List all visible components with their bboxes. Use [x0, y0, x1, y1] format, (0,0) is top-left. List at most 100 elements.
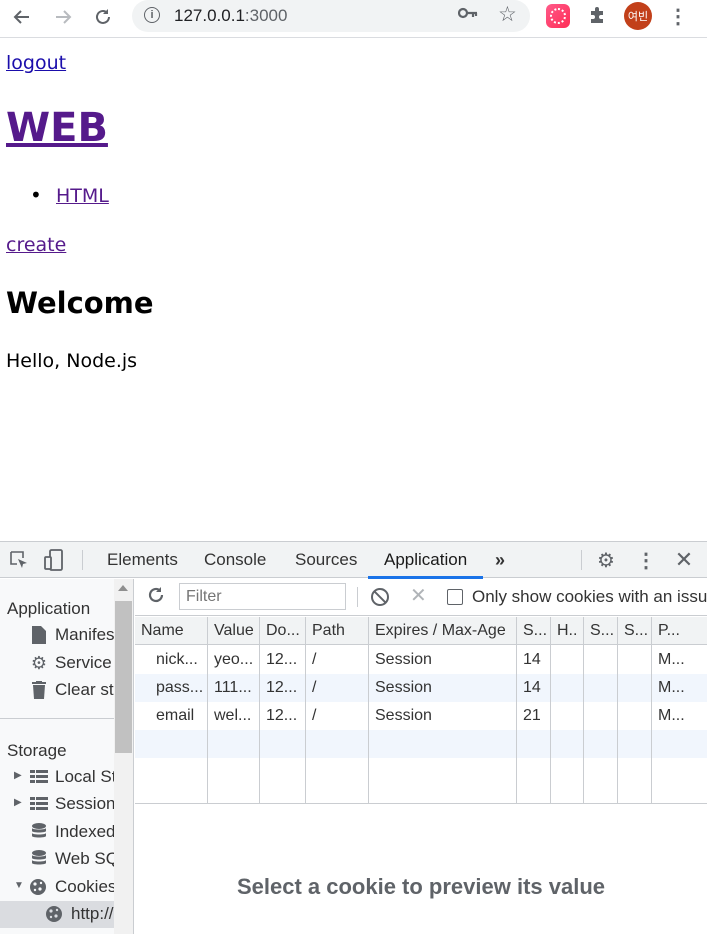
tab-application[interactable]: Application	[367, 542, 484, 579]
expand-triangle-icon[interactable]: ▶	[14, 770, 22, 781]
tab-sources[interactable]: Sources	[295, 542, 357, 578]
cookie-expires-cell: Session	[375, 651, 432, 668]
web-page: logout WEB HTML create Welcome Hello, No…	[0, 39, 707, 541]
cookie-path-cell: /	[312, 707, 317, 724]
cookie-size-cell: 21	[523, 707, 541, 724]
column-header[interactable]: H..	[551, 617, 583, 645]
cookie-name-cell: nick...	[156, 651, 198, 668]
column-divider[interactable]	[207, 617, 208, 803]
address-url[interactable]: 127.0.0.1:3000	[174, 6, 287, 26]
sidebar-item-web-sql[interactable]: Web SQL	[0, 846, 114, 873]
column-header[interactable]: S...	[618, 617, 651, 645]
create-link[interactable]: create	[6, 234, 66, 256]
scroll-up-arrow-icon[interactable]	[118, 585, 128, 591]
tab-console[interactable]: Console	[204, 542, 266, 578]
sidebar-item-label: Service Workers	[55, 653, 114, 672]
device-toolbar-icon[interactable]	[43, 548, 65, 572]
key-icon[interactable]	[457, 4, 478, 27]
cookie-domain-cell: 12...	[266, 707, 298, 724]
column-divider[interactable]	[259, 617, 260, 803]
column-divider[interactable]	[651, 617, 652, 803]
cookie-preview-pane: Select a cookie to preview its value	[135, 804, 707, 934]
filter-input[interactable]	[179, 583, 346, 610]
cookies-table: Name Value Do... Path Expires / Max-Age …	[135, 617, 707, 804]
sidebar-item-label: Session Storage	[55, 794, 114, 813]
web-title-link[interactable]: WEB	[6, 105, 108, 151]
only-issues-checkbox[interactable]	[447, 589, 463, 605]
extension-icon[interactable]	[546, 4, 570, 28]
forward-arrow-icon[interactable]	[49, 3, 77, 31]
devtools-panel: Elements Console Sources Application » ⚙…	[0, 541, 707, 934]
column-divider[interactable]	[617, 617, 618, 803]
column-header[interactable]: Name	[135, 617, 207, 645]
sidebar-item-local-storage[interactable]: ▶ Local Storage	[0, 764, 114, 791]
sidebar-section-storage: Storage	[7, 741, 67, 760]
refresh-icon[interactable]	[147, 586, 165, 610]
url-port: :3000	[244, 6, 288, 25]
grid-storage-icon	[30, 794, 48, 814]
toolbar-divider	[82, 550, 83, 570]
sidebar-item-clear-storage[interactable]: Clear storage	[0, 677, 114, 704]
column-divider[interactable]	[550, 617, 551, 803]
info-icon[interactable]: i	[144, 7, 160, 23]
more-tabs-icon[interactable]: »	[495, 542, 505, 578]
tab-elements[interactable]: Elements	[107, 542, 178, 578]
puzzle-extensions-icon[interactable]	[586, 2, 610, 28]
cookie-path-cell: /	[312, 651, 317, 668]
sidebar-item-label: Cookies	[55, 877, 114, 896]
table-row[interactable]: nick... yeo... 12... / Session 14 M...	[135, 646, 707, 674]
expand-triangle-icon[interactable]: ▶	[14, 797, 22, 808]
clear-all-block-icon[interactable]	[371, 588, 389, 606]
cookie-size-cell: 14	[523, 651, 541, 668]
table-row-empty	[135, 730, 707, 758]
sidebar-scroll-thumb[interactable]	[115, 601, 132, 753]
column-divider[interactable]	[583, 617, 584, 803]
topic-link-html[interactable]: HTML	[56, 185, 109, 207]
gear-icon: ⚙	[30, 652, 48, 673]
column-divider[interactable]	[305, 617, 306, 803]
column-header[interactable]: S...	[584, 617, 617, 645]
devtools-tabbar: Elements Console Sources Application » ⚙…	[0, 542, 707, 579]
bookmark-star-icon[interactable]: ☆	[498, 2, 517, 27]
settings-gear-icon[interactable]: ⚙	[595, 548, 617, 572]
sidebar-item-service-workers[interactable]: ⚙ Service Workers	[0, 650, 114, 677]
cookie-name-cell: pass...	[156, 679, 204, 696]
browser-toolbar: i 127.0.0.1:3000 ☆ 여빈 ⋮	[0, 0, 707, 38]
only-issues-label[interactable]: Only show cookies with an issue	[472, 587, 707, 607]
cookie-expires-cell: Session	[375, 679, 432, 696]
sidebar-item-indexeddb[interactable]: IndexedDB	[0, 819, 114, 846]
database-icon	[30, 849, 48, 869]
browser-menu-icon[interactable]: ⋮	[668, 3, 688, 29]
page-heading: Welcome	[6, 286, 154, 320]
cookies-toolbar: ✕ Only show cookies with an issue	[135, 579, 707, 616]
reload-icon[interactable]	[89, 3, 117, 31]
column-header[interactable]: Do...	[260, 617, 305, 645]
logout-link[interactable]: logout	[6, 52, 66, 74]
cookie-expires-cell: Session	[375, 707, 432, 724]
cookie-priority-cell: M...	[658, 651, 685, 668]
close-icon[interactable]: ✕	[673, 547, 695, 572]
column-header[interactable]: Expires / Max-Age	[369, 617, 516, 645]
profile-avatar[interactable]: 여빈	[624, 2, 652, 30]
sidebar-item-label: Web SQL	[55, 849, 114, 868]
back-arrow-icon[interactable]	[8, 3, 36, 31]
inspect-element-icon[interactable]	[8, 548, 30, 572]
address-bar[interactable]: i 127.0.0.1:3000 ☆	[132, 0, 530, 32]
delete-selected-icon[interactable]: ✕	[410, 583, 427, 608]
cookie-value-cell: 111...	[214, 679, 252, 696]
sidebar-item-manifest[interactable]: Manifest	[0, 622, 114, 649]
column-header[interactable]: S...	[517, 617, 550, 645]
column-divider[interactable]	[368, 617, 369, 803]
sidebar-item-session-storage[interactable]: ▶ Session Storage	[0, 791, 114, 818]
column-divider[interactable]	[516, 617, 517, 803]
collapse-triangle-icon[interactable]: ▼	[14, 880, 24, 891]
table-row[interactable]: pass... 111... 12... / Session 14 M...	[135, 674, 707, 702]
cookie-icon	[45, 904, 63, 924]
column-header[interactable]: Value	[208, 617, 259, 645]
column-header[interactable]: Path	[306, 617, 368, 645]
column-header[interactable]: P...	[652, 617, 707, 645]
trash-icon	[30, 680, 48, 700]
sidebar-item-cookies[interactable]: ▼ Cookies	[0, 874, 114, 901]
devtools-menu-icon[interactable]: ⋮	[636, 548, 656, 572]
table-row[interactable]: email wel... 12... / Session 21 M...	[135, 702, 707, 730]
